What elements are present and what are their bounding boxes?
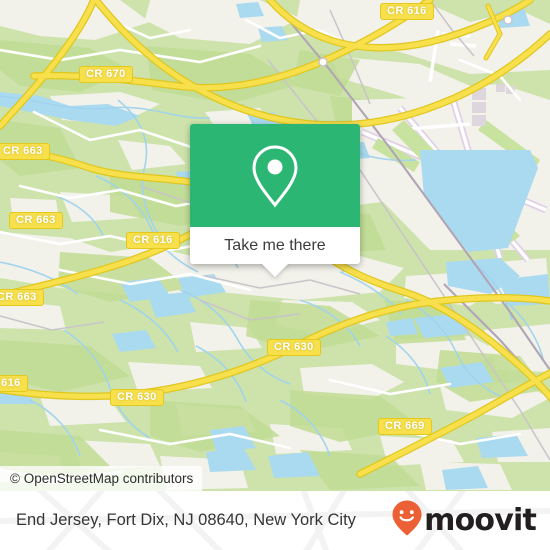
road-label: CR 670 [79, 66, 133, 83]
road-label: CR 630 [267, 339, 321, 356]
moovit-wordmark: moovit [424, 502, 537, 538]
location-pin-icon [249, 143, 301, 209]
location-address: End Jersey, Fort Dix, NJ 08640, New York… [16, 511, 356, 529]
take-me-there-button[interactable]: Take me there [190, 227, 360, 264]
popup-header [190, 124, 360, 227]
bottom-info-bar: End Jersey, Fort Dix, NJ 08640, New York… [0, 491, 550, 550]
road-label: CR 663 [0, 143, 50, 160]
road-label: CR 663 [0, 289, 44, 306]
road-label: CR 630 [110, 389, 164, 406]
road-label: CR 616 [380, 3, 434, 20]
popup-pointer [261, 263, 289, 277]
moovit-logo[interactable]: moovit [392, 500, 537, 541]
osm-attribution[interactable]: © OpenStreetMap contributors [0, 466, 203, 491]
road-label: CR 616 [126, 232, 180, 249]
road-label: CR 616 [0, 375, 28, 392]
osm-attribution-text: © OpenStreetMap contributors [10, 471, 194, 486]
moovit-map-screen: CR 616 CR 670 CR 663 CR 663 CR 616 CR 66… [0, 0, 550, 550]
road-label: CR 669 [378, 418, 432, 435]
take-me-there-label: Take me there [224, 236, 326, 254]
map-popup-card[interactable]: Take me there [190, 124, 360, 277]
map-canvas[interactable]: CR 616 CR 670 CR 663 CR 663 CR 616 CR 66… [0, 0, 550, 491]
road-label: CR 663 [9, 212, 63, 229]
moovit-pin-icon [392, 500, 422, 541]
